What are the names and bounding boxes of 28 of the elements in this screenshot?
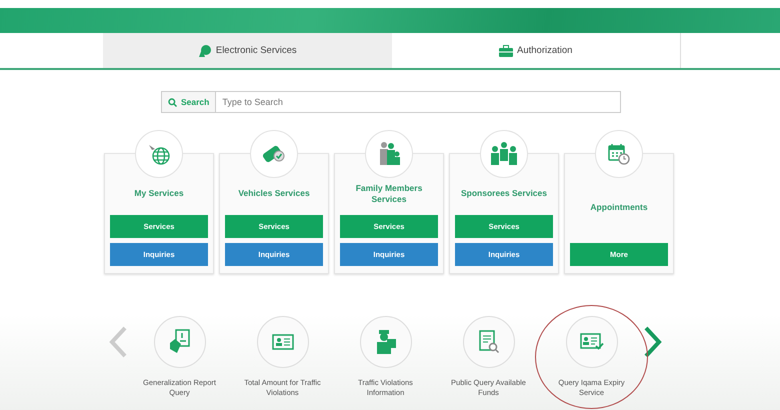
id-card-icon [272,334,294,350]
chevron-right-icon[interactable] [643,326,663,358]
tab[interactable]: Electronic Services [103,33,392,68]
search-button[interactable]: Search [161,91,216,113]
card-title: My Services [134,187,184,200]
card-title: Appointments [590,201,648,214]
icon-circle[interactable] [566,316,618,368]
search-icon [168,98,177,106]
tab-label: Authorization [517,45,572,56]
briefcase-icon [499,44,514,56]
icon-circle[interactable] [462,316,514,368]
tab-label: Electronic Services [216,45,297,56]
search-field[interactable]: Type to Search [216,91,621,113]
card-title: Sponsorees Services [461,187,547,200]
people-group-icon [489,142,519,166]
card-title: Family Members Services [354,182,424,206]
id-card-check-icon [580,333,604,351]
document-search-icon [478,330,500,354]
calendar-clock-icon [608,143,630,165]
card-title: Vehicles Services [238,187,310,200]
globe-icon [147,142,171,166]
icon-circle[interactable] [256,316,308,368]
family-icon [377,141,401,167]
icon-circle[interactable] [154,316,206,368]
leaf-icon [198,44,212,58]
officer-icon [374,329,396,355]
hand-document-icon [168,329,192,355]
icon-circle[interactable] [360,316,412,368]
